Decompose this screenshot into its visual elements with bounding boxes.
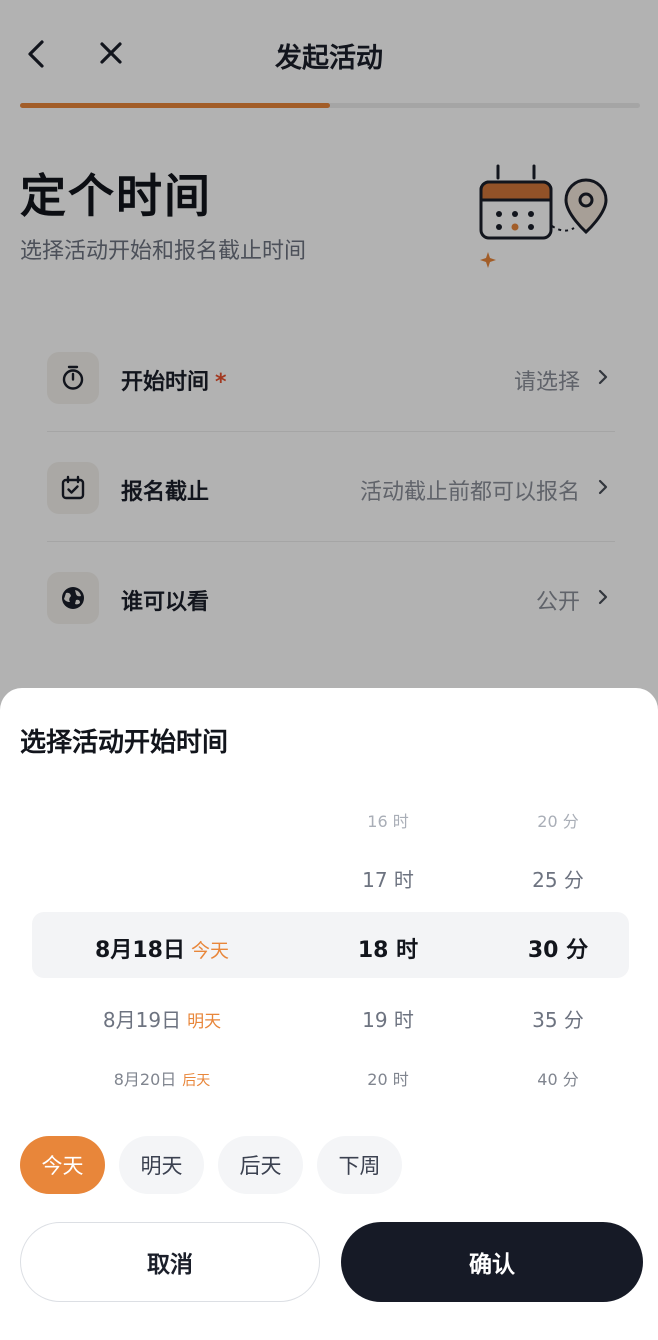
- hour-option[interactable]: 17 时: [300, 864, 476, 893]
- minute-option[interactable]: 25 分: [476, 864, 640, 893]
- date-option[interactable]: 8月20日 后天: [32, 1066, 292, 1090]
- quick-date-chips: 今天 明天 后天 下周: [20, 1136, 402, 1194]
- date-tag: 后天: [182, 1073, 211, 1089]
- cancel-button[interactable]: 取消: [20, 1222, 320, 1302]
- date-text: 8月19日: [102, 1008, 182, 1032]
- chip-next-week[interactable]: 下周: [317, 1136, 402, 1194]
- minute-option[interactable]: 40 分: [476, 1066, 640, 1090]
- date-option[interactable]: 8月19日 明天: [32, 1004, 292, 1033]
- minute-option[interactable]: 20 分: [476, 808, 640, 832]
- time-wheel-picker: 8月18日 今天 8月19日 明天 8月20日 后天 16 时 17 时 18 时 1…: [0, 784, 658, 1104]
- hour-option[interactable]: 18 时: [300, 932, 476, 964]
- minute-option[interactable]: 30 分: [476, 932, 640, 964]
- chip-today[interactable]: 今天: [20, 1136, 105, 1194]
- date-text: 8月20日: [113, 1070, 177, 1089]
- hour-option[interactable]: 20 时: [300, 1066, 476, 1090]
- minute-option[interactable]: 35 分: [476, 1004, 640, 1033]
- hour-wheel[interactable]: 16 时 17 时 18 时 19 时 20 时: [300, 784, 476, 1104]
- hour-option[interactable]: 16 时: [300, 808, 476, 832]
- hour-option[interactable]: 19 时: [300, 1004, 476, 1033]
- date-wheel[interactable]: 8月18日 今天 8月19日 明天 8月20日 后天: [32, 784, 292, 1104]
- start-time-picker-sheet: 选择活动开始时间 8月18日 今天 8月19日 明天 8月20日 后天 16 时 17…: [0, 688, 658, 1340]
- date-tag: 今天: [190, 940, 229, 962]
- confirm-button[interactable]: 确认: [341, 1222, 643, 1302]
- date-tag: 明天: [187, 1012, 222, 1032]
- date-text: 8月18日: [95, 938, 185, 963]
- chip-tomorrow[interactable]: 明天: [119, 1136, 204, 1194]
- minute-wheel[interactable]: 20 分 25 分 30 分 35 分 40 分: [476, 784, 640, 1104]
- sheet-title: 选择活动开始时间: [20, 728, 229, 758]
- chip-day-after[interactable]: 后天: [218, 1136, 303, 1194]
- date-option[interactable]: 8月18日 今天: [32, 932, 292, 964]
